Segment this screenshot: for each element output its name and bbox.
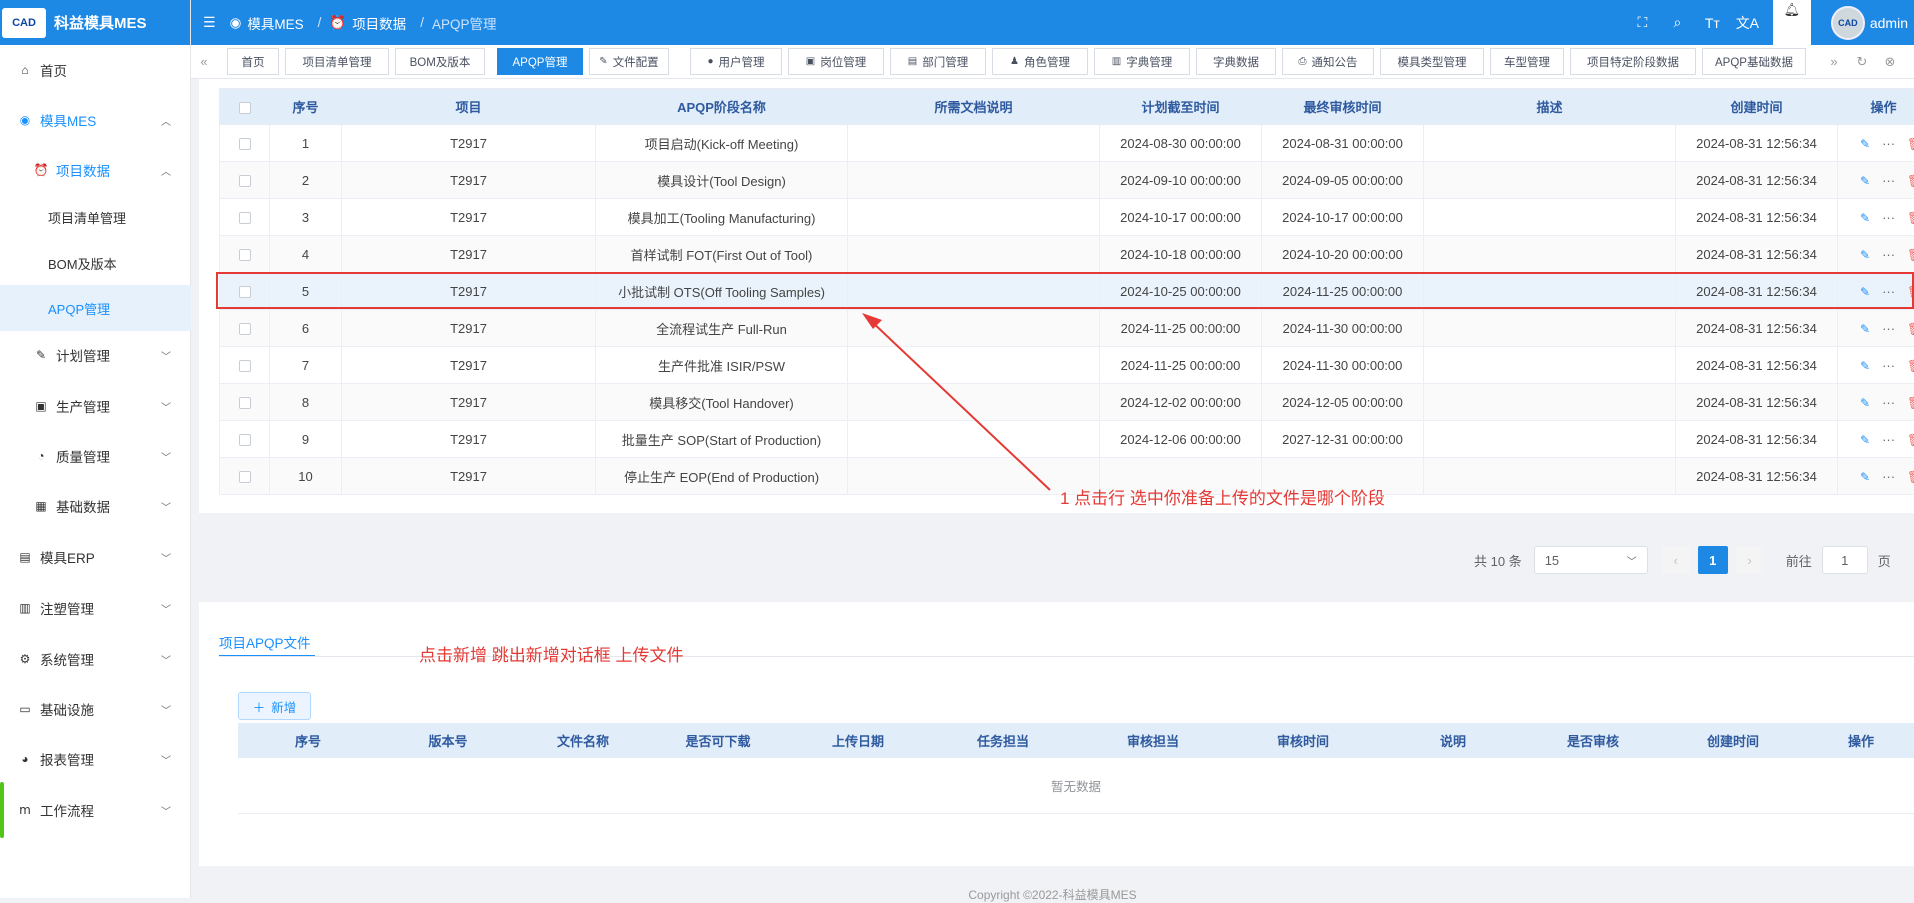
page-number-current[interactable]: 1 [1698, 546, 1728, 574]
apqp-file-table: 序号版本号文件名称是否可下载上传日期任务担当审核担当审核时间说明是否审核创建时间… [238, 723, 1914, 758]
empty-state: 暂无数据 [238, 760, 1914, 814]
add-file-label: 新增 [271, 697, 296, 716]
column-header: 是否审核 [1528, 723, 1658, 758]
goto-label: 前往 [1786, 551, 1812, 570]
column-header: 版本号 [378, 723, 518, 758]
goto-page-input[interactable]: 1 [1822, 546, 1868, 574]
column-header: 是否可下载 [648, 723, 788, 758]
prev-page-button[interactable]: ‹ [1662, 546, 1690, 574]
pagination-total: 共 10 条 [1474, 551, 1522, 570]
arrow-head-row [862, 313, 882, 329]
column-header: 任务担当 [928, 723, 1078, 758]
column-header: 序号 [238, 723, 378, 758]
column-header: 创建时间 [1658, 723, 1808, 758]
file-table-header-row: 序号版本号文件名称是否可下载上传日期任务担当审核担当审核时间说明是否审核创建时间… [238, 723, 1914, 758]
page-size-select[interactable]: 15 ﹀ [1534, 546, 1648, 574]
next-page-button[interactable]: › [1736, 546, 1764, 574]
arrow-line-row [870, 320, 1050, 490]
column-header: 审核时间 [1228, 723, 1378, 758]
pagination: 共 10 条 15 ﹀ ‹ 1 › 前往 1 页 [1474, 546, 1891, 574]
column-header: 文件名称 [518, 723, 648, 758]
add-file-button[interactable]: ＋ 新增 [238, 692, 311, 720]
tab-apqp-files[interactable]: 项目APQP文件 [219, 632, 311, 652]
page-unit-label: 页 [1878, 551, 1891, 570]
column-header: 操作 [1808, 723, 1914, 758]
annotation-row-hint: 1 点击行 选中你准备上传的文件是哪个阶段 [1060, 484, 1385, 509]
column-header: 说明 [1378, 723, 1528, 758]
column-header: 审核担当 [1078, 723, 1228, 758]
annotation-add-hint: 点击新增 跳出新增对话框 上传文件 [419, 641, 683, 666]
footer-copyright: Copyright ©2022-科益模具MES [191, 886, 1914, 903]
column-header: 上传日期 [788, 723, 928, 758]
page-size-value: 15 [1545, 553, 1559, 568]
chevron-down-icon: ﹀ [1627, 553, 1637, 568]
plus-icon: ＋ [253, 697, 266, 716]
